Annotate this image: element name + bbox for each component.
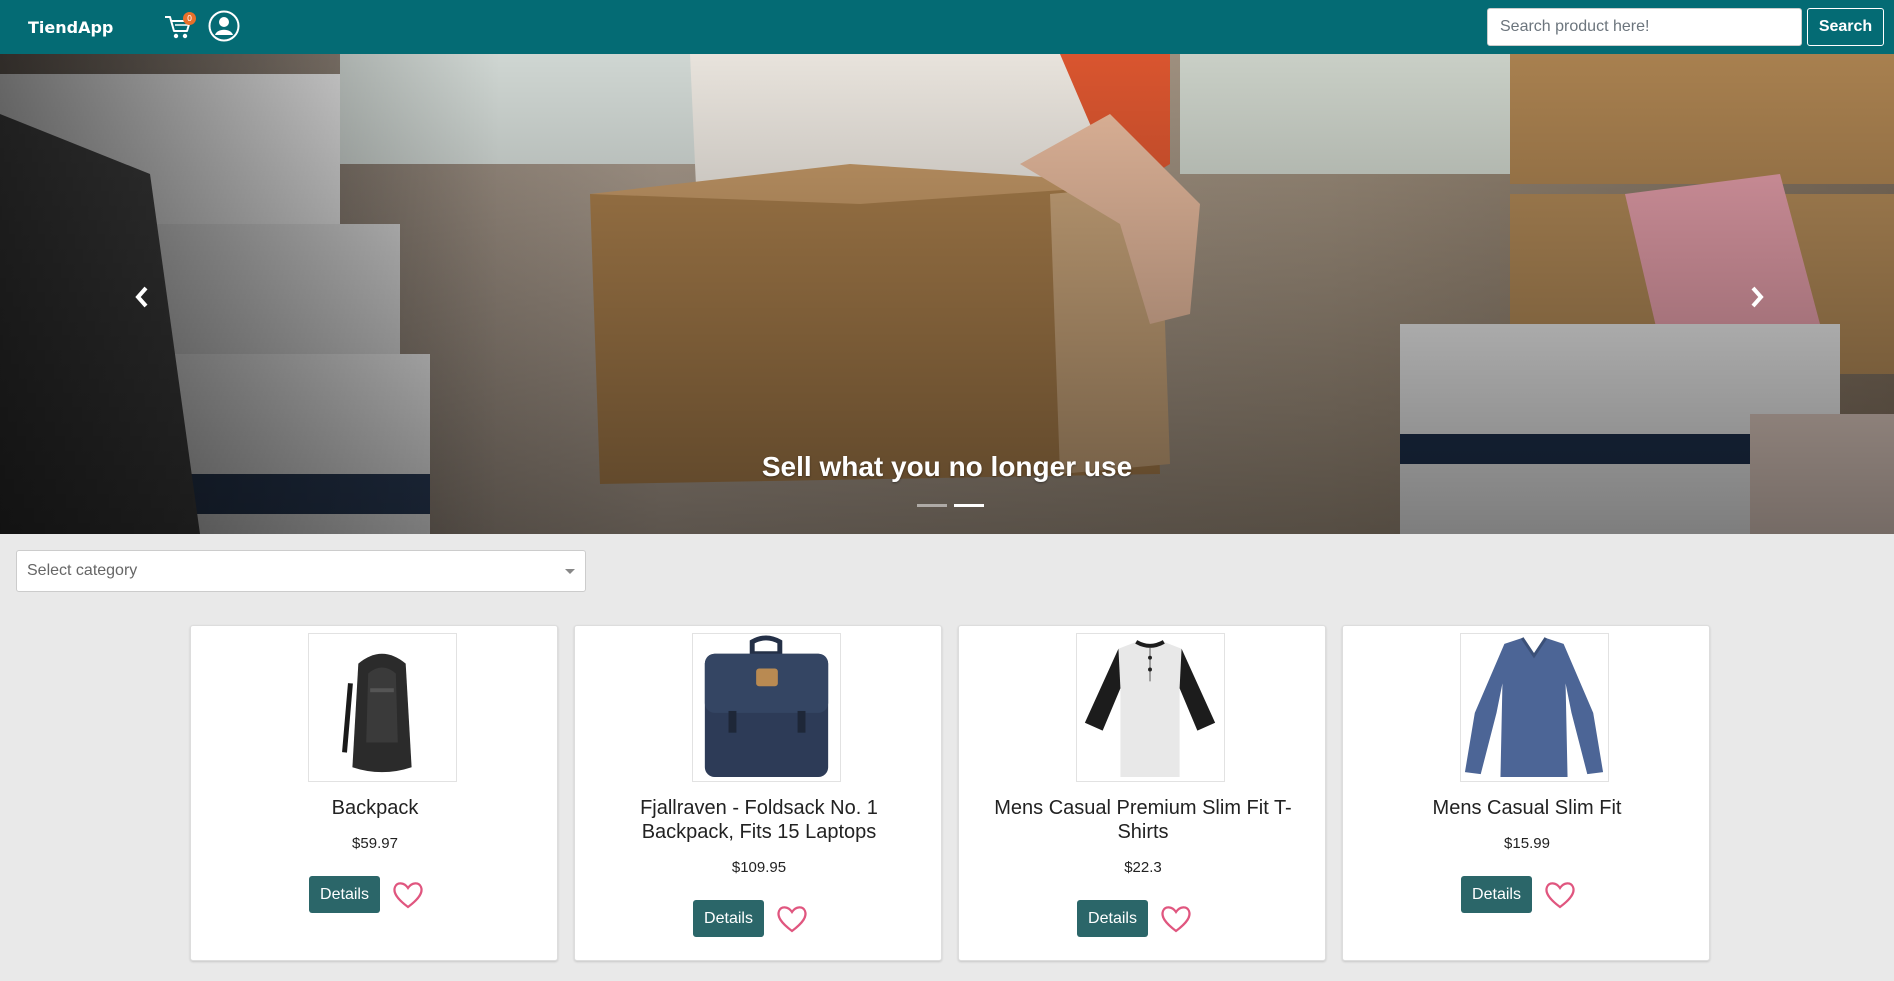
carousel-next-icon[interactable] [1746,282,1768,312]
heart-icon[interactable] [775,902,809,936]
details-button[interactable]: Details [1461,876,1532,913]
user-account-icon[interactable] [208,10,240,42]
category-select-placeholder: Select category [27,562,138,579]
product-price: $109.95 [731,859,787,876]
product-card: Backpack $59.97 Details [190,625,558,961]
product-image-premium-tshirt[interactable] [1076,633,1225,782]
product-title: Mens Casual Premium Slim Fit T-Shirts [994,797,1292,843]
heart-icon[interactable] [1543,878,1577,912]
product-image-slim-fit[interactable] [1460,633,1609,782]
product-card: Mens Casual Slim Fit $15.99 Details [1342,625,1710,961]
product-card: Fjallraven - Foldsack No. 1 Backpack, Fi… [574,625,942,961]
details-button[interactable]: Details [693,900,764,937]
carousel-prev-icon[interactable] [131,282,153,312]
chevron-down-icon [565,569,575,574]
hero-caption: Sell what you no longer use [761,451,1133,482]
product-price: $59.97 [352,835,398,852]
carousel-indicators [917,504,984,507]
heart-icon[interactable] [1159,902,1193,936]
product-image-fjallraven-backpack[interactable] [692,633,841,782]
product-price: $22.3 [1124,859,1162,876]
details-button[interactable]: Details [309,876,380,913]
product-card: Mens Casual Premium Slim Fit T-Shirts $2… [958,625,1326,961]
details-button[interactable]: Details [1077,900,1148,937]
search-button[interactable]: Search [1807,8,1884,46]
product-title: Backpack [331,797,419,819]
product-image-backpack[interactable] [308,633,457,782]
navbar: TiendApp 0 Search [0,0,1894,54]
product-price: $15.99 [1504,835,1550,852]
cart-count-badge: 0 [183,12,196,25]
brand-logo[interactable]: TiendApp [28,18,113,37]
hero-carousel: Sell what you no longer use [0,54,1894,534]
category-select[interactable]: Select category [16,550,586,592]
product-title: Mens Casual Slim Fit [1432,797,1622,819]
carousel-indicator-1[interactable] [917,504,947,507]
heart-icon[interactable] [391,878,425,912]
product-title: Fjallraven - Foldsack No. 1 Backpack, Fi… [640,797,878,843]
carousel-indicator-2[interactable] [954,504,984,507]
search-input[interactable] [1487,8,1802,46]
